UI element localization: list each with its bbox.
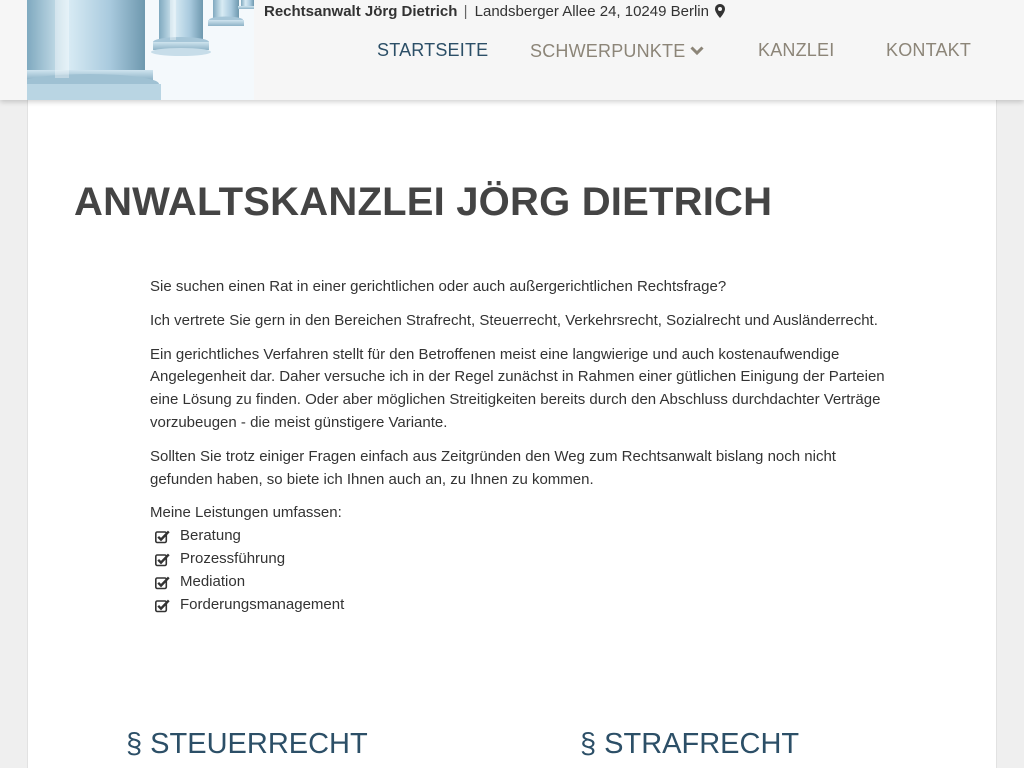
check-square-icon	[155, 598, 170, 621]
nav-label-schwerpunkte: SCHWERPUNKTE	[530, 41, 686, 61]
list-item: Beratung	[150, 525, 890, 548]
service-label: Beratung	[180, 527, 241, 545]
list-item: Mediation	[150, 571, 890, 594]
services-list: Beratung Prozessführung Mediation Forder…	[150, 525, 890, 616]
service-label: Forderungsmanagement	[180, 595, 345, 613]
intro-paragraph: Sollten Sie trotz einiger Fragen einfach…	[150, 447, 836, 488]
service-label: Prozessführung	[180, 549, 286, 567]
nav-label-kontakt: KONTAKT	[886, 40, 972, 60]
service-label: Mediation	[180, 572, 246, 590]
page-title: ANWALTSKANZLEI JÖRG DIETRICH	[74, 180, 773, 224]
nav-item-kontakt[interactable]: KONTAKT	[886, 40, 971, 61]
chevron-down-icon	[690, 40, 704, 61]
header-contact-line: Rechtsanwalt Jörg Dietrich | Landsberger…	[264, 3, 726, 22]
list-item: Prozessführung	[150, 548, 890, 571]
lawyer-name: Rechtsanwalt Jörg Dietrich	[264, 3, 458, 20]
header-separator: |	[463, 3, 468, 20]
nav-item-kanzlei[interactable]: KANZLEI	[758, 40, 834, 61]
address-text: Landsberger Allee 24, 10249 Berlin	[474, 3, 709, 20]
nav-label-kanzlei: KANZLEI	[758, 40, 835, 60]
nav-item-schwerpunkte[interactable]: SCHWERPUNKTE	[530, 40, 704, 62]
list-item: Forderungsmanagement	[150, 594, 890, 617]
services-heading: Meine Leistungen umfassen:	[150, 504, 342, 522]
intro-paragraph: Ich vertrete Sie gern in den Bereichen S…	[150, 311, 878, 329]
nav-item-startseite[interactable]: STARTSEITE	[377, 40, 488, 61]
intro-paragraph: Ein gerichtliches Verfahren stellt für d…	[150, 345, 885, 431]
main-content: ANWALTSKANZLEI JÖRG DIETRICH Sie suchen …	[27, 100, 997, 768]
intro-paragraph: Sie suchen einen Rat in einer gerichtlic…	[150, 278, 727, 295]
intro-text: Sie suchen einen Rat in einer gerichtlic…	[150, 276, 890, 616]
section-title-steuerrecht[interactable]: § STEUERRECHT	[126, 728, 368, 761]
section-title-strafrecht[interactable]: § STRAFRECHT	[580, 728, 799, 761]
site-header: Rechtsanwalt Jörg Dietrich | Landsberger…	[0, 0, 1024, 100]
main-navigation: STARTSEITE SCHWERPUNKTE KANZLEI KONTAKT	[0, 40, 1024, 64]
nav-label-startseite: STARTSEITE	[377, 40, 489, 60]
map-marker-icon	[715, 4, 726, 22]
